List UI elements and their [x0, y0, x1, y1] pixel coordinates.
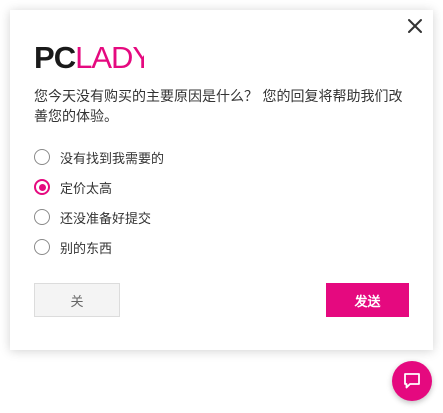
option-something-else[interactable]: 别的东西 — [34, 237, 414, 257]
option-not-found[interactable]: 没有找到我需要的 — [34, 147, 414, 167]
option-price-too-high[interactable]: 定价太高 — [34, 177, 414, 197]
survey-question: 您今天没有购买的主要原因是什么？ 您的回复将帮助我们改善您的体验。 — [34, 89, 403, 125]
radio-button[interactable] — [34, 149, 50, 165]
chat-button[interactable] — [392, 361, 432, 401]
survey-options: 没有找到我需要的 定价太高 还没准备好提交 别的东西 — [34, 147, 414, 267]
option-not-ready[interactable]: 还没准备好提交 — [34, 207, 414, 227]
dialog-close-button[interactable] — [406, 17, 424, 35]
option-label: 定价太高 — [60, 181, 113, 197]
chat-bubble-icon — [404, 373, 420, 389]
radio-button[interactable] — [34, 209, 50, 225]
option-label: 还没准备好提交 — [60, 211, 152, 227]
radio-button-selected[interactable] — [34, 179, 50, 195]
pclady-logo: PCLADY — [34, 40, 153, 75]
close-button[interactable]: 关 — [34, 283, 120, 317]
svg-text:PCLADY: PCLADY — [34, 40, 144, 72]
close-icon — [408, 19, 422, 33]
option-label: 没有找到我需要的 — [60, 151, 165, 167]
option-label: 别的东西 — [60, 241, 113, 257]
send-button[interactable]: 发送 — [326, 283, 409, 317]
survey-dialog: PCLADY 您今天没有购买的主要原因是什么？ 您的回复将帮助我们改善您的体验。… — [10, 10, 433, 350]
radio-button[interactable] — [34, 239, 50, 255]
